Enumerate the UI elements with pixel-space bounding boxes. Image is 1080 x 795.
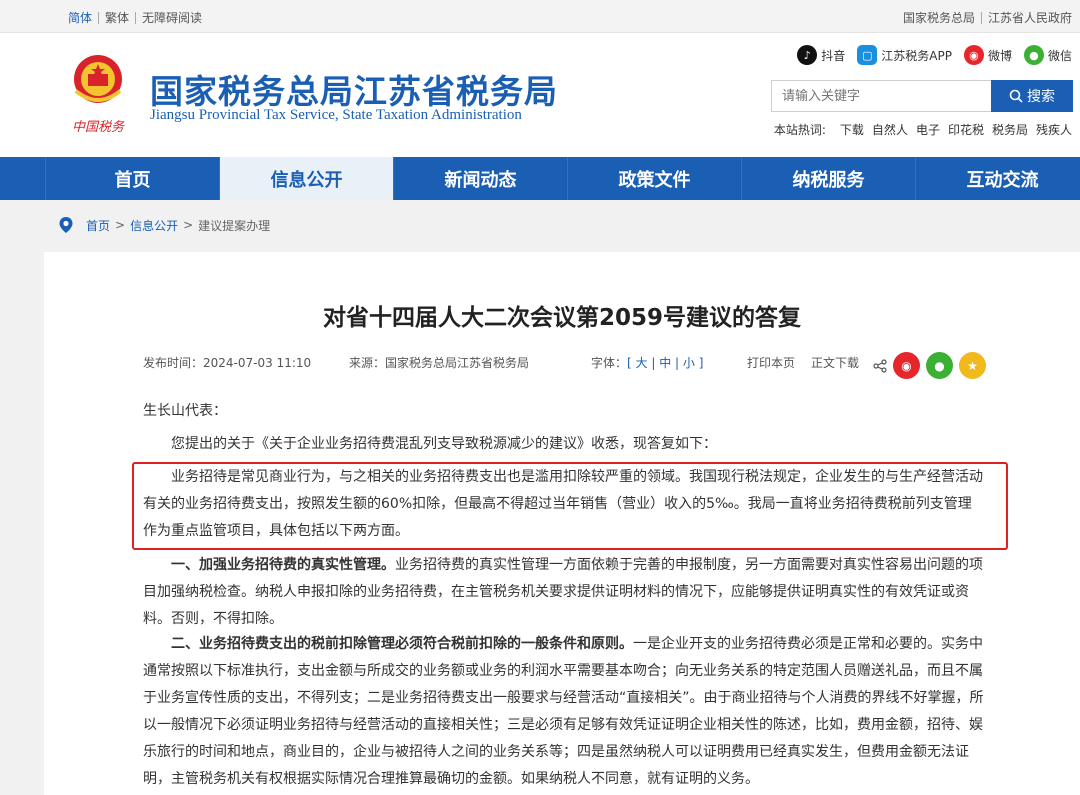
hot-word[interactable]: 印花税 — [948, 121, 984, 138]
salutation: 生长山代表： — [143, 403, 227, 419]
app-label: 江苏税务APP — [881, 48, 952, 63]
app-link[interactable]: ▢ 江苏税务APP — [857, 45, 952, 65]
app-icon: ▢ — [857, 45, 878, 65]
paragraph-3-heading: 二、业务招待费支出的税前扣除管理必须符合税前扣除的一般条件和原则。 — [171, 636, 633, 652]
search-bar: 搜索 — [771, 80, 1073, 112]
breadcrumb-separator: > — [115, 218, 126, 232]
search-icon — [1009, 89, 1023, 103]
hot-word[interactable]: 税务局 — [992, 121, 1028, 138]
traditional-chinese-link[interactable]: 繁体 — [105, 9, 129, 26]
site-subtitle: Jiangsu Provincial Tax Service, State Ta… — [150, 107, 522, 123]
jiangsu-gov-link[interactable]: 江苏省人民政府 — [988, 9, 1072, 26]
breadcrumb-current[interactable]: 建议提案办理 — [198, 217, 270, 234]
nav-interaction[interactable]: 互动交流 — [915, 157, 1080, 200]
location-pin-icon — [59, 217, 73, 233]
nav-policy-docs[interactable]: 政策文件 — [567, 157, 741, 200]
breadcrumb: 首页 > 信息公开 > 建议提案办理 — [58, 216, 270, 234]
share-icon[interactable] — [873, 358, 887, 373]
simplified-chinese-link[interactable]: 简体 — [68, 9, 92, 26]
breadcrumb-home[interactable]: 首页 — [86, 217, 110, 234]
share-wechat-icon[interactable]: ● — [926, 352, 953, 379]
paragraph-2: 一、加强业务招待费的真实性管理。业务招待费的真实性管理一方面依赖于完善的申报制度… — [143, 557, 983, 627]
search-input[interactable] — [771, 80, 991, 112]
download-link[interactable]: 正文下载 — [811, 354, 859, 371]
weibo-label: 微博 — [987, 48, 1012, 63]
share-weibo-icon[interactable]: ◉ — [893, 352, 920, 379]
sta-link[interactable]: 国家税务总局 — [903, 9, 975, 26]
wechat-label: 微信 — [1047, 48, 1072, 63]
font-size-label: 字体： — [591, 356, 628, 370]
share-bar: ◉ ● ★ — [873, 352, 986, 379]
douyin-icon: ♪ — [797, 45, 818, 65]
breadcrumb-info[interactable]: 信息公开 — [130, 217, 178, 234]
search-button-label: 搜索 — [1027, 89, 1055, 105]
hot-word[interactable]: 自然人 — [872, 121, 908, 138]
hot-words-label: 本站热词: — [773, 123, 826, 137]
divider — [98, 11, 100, 24]
tax-emblem-logo[interactable]: 中国税务 — [62, 47, 134, 137]
divider — [135, 11, 137, 24]
hot-words: 本站热词: 下载 自然人 电子 印花税 税务局 残疾人 — [774, 121, 1072, 138]
print-page-link[interactable]: 打印本页 — [747, 354, 795, 371]
accessibility-link[interactable]: 无障碍阅读 — [142, 9, 202, 26]
main-nav: 首页 信息公开 新闻动态 政策文件 纳税服务 互动交流 — [0, 157, 1080, 200]
site-title[interactable]: 国家税务总局江苏省税务局 — [150, 65, 558, 113]
weibo-icon: ◉ — [963, 45, 984, 65]
nav-info-disclosure[interactable]: 信息公开 — [219, 157, 393, 200]
weibo-link[interactable]: ◉ 微博 — [963, 45, 1012, 65]
nav-tax-service[interactable]: 纳税服务 — [741, 157, 915, 200]
font-small-button[interactable]: 小 — [683, 356, 695, 370]
social-links: ♪ 抖音 ▢ 江苏税务APP ◉ 微博 ● 微信 — [785, 45, 1072, 65]
publish-date: 发布时间：2024-07-03 11:10 — [143, 356, 312, 370]
breadcrumb-separator: > — [183, 218, 194, 232]
article-card: 对省十四届人大二次会议第2059号建议的答复 发布时间：2024-07-03 1… — [44, 252, 1080, 795]
font-large-button[interactable]: 大 — [636, 356, 648, 370]
favorite-star-icon[interactable]: ★ — [959, 352, 986, 379]
hot-word[interactable]: 电子 — [916, 121, 940, 138]
hot-word[interactable]: 残疾人 — [1036, 121, 1072, 138]
article-meta: 发布时间：2024-07-03 11:10 来源：国家税务总局江苏省税务局 字体… — [143, 352, 999, 379]
paragraph-2-heading: 一、加强业务招待费的真实性管理。 — [171, 557, 395, 573]
douyin-label: 抖音 — [821, 48, 846, 63]
wechat-icon: ● — [1023, 45, 1044, 65]
intro-paragraph: 您提出的关于《关于企业业务招待费混乱列支导致税源减少的建议》收悉，现答复如下： — [171, 436, 717, 452]
paragraph-3: 二、业务招待费支出的税前扣除管理必须符合税前扣除的一般条件和原则。一是企业开支的… — [143, 636, 984, 787]
nav-home[interactable]: 首页 — [45, 157, 219, 200]
hot-word[interactable]: 下载 — [840, 121, 864, 138]
article-title: 对省十四届人大二次会议第2059号建议的答复 — [322, 305, 801, 331]
nav-news[interactable]: 新闻动态 — [393, 157, 567, 200]
red-highlight-box — [132, 462, 1008, 550]
search-button[interactable]: 搜索 — [991, 80, 1073, 112]
wechat-link[interactable]: ● 微信 — [1023, 45, 1072, 65]
divider — [980, 11, 982, 24]
douyin-link[interactable]: ♪ 抖音 — [797, 45, 845, 65]
site-header: 中国税务 国家税务总局江苏省税务局 Jiangsu Provincial Tax… — [0, 33, 1080, 157]
font-medium-button[interactable]: 中 — [659, 356, 671, 370]
top-utility-bar: 简体 繁体 无障碍阅读 国家税务总局 江苏省人民政府 — [0, 0, 1080, 33]
emblem-caption: 中国税务 — [72, 120, 125, 135]
article-source: 来源：国家税务总局江苏省税务局 — [349, 356, 530, 370]
font-size-control: 字体：[ 大 | 中 | 小 ] — [591, 356, 704, 370]
